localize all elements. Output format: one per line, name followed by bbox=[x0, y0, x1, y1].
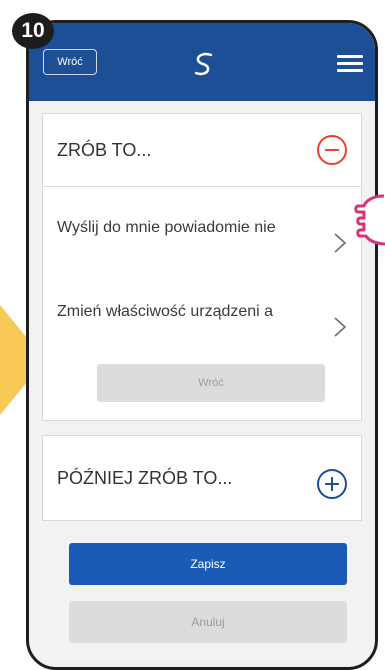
swirl-logo-icon bbox=[194, 52, 213, 76]
chevron-right-icon bbox=[334, 317, 347, 337]
option-change-device-property[interactable]: Zmień właściwość urządzeni a bbox=[57, 300, 347, 337]
phone-frame: Wróć ZRÓB TO... Wyślij do mnie powiadomi… bbox=[26, 20, 378, 670]
header-back-button[interactable]: Wróć bbox=[43, 49, 97, 75]
chevron-right-icon bbox=[334, 233, 347, 253]
later-do-this-title: PÓŹNIEJ ZRÓB TO... bbox=[57, 468, 233, 488]
hamburger-menu-icon[interactable] bbox=[337, 55, 363, 73]
option-send-notification[interactable]: Wyślij do mnie powiadomie nie bbox=[57, 216, 347, 253]
plus-circle-icon bbox=[325, 477, 339, 491]
app-header: Wróć bbox=[29, 23, 375, 101]
save-button[interactable]: Zapisz bbox=[69, 543, 347, 585]
do-this-section: ZRÓB TO... Wyślij do mnie powiadomie nie… bbox=[42, 113, 362, 421]
expand-button[interactable] bbox=[317, 469, 347, 499]
option-label: Wyślij do mnie powiadomie nie bbox=[57, 219, 276, 236]
do-this-header: ZRÓB TO... bbox=[43, 114, 361, 187]
do-this-title: ZRÓB TO... bbox=[57, 140, 152, 160]
step-number-badge: 10 bbox=[12, 13, 54, 49]
pointing-hand-icon bbox=[354, 194, 385, 246]
later-do-this-section: PÓŹNIEJ ZRÓB TO... bbox=[42, 435, 362, 521]
collapse-button[interactable] bbox=[317, 135, 347, 165]
section-back-button[interactable]: Wróć bbox=[97, 364, 325, 402]
cancel-button[interactable]: Anuluj bbox=[69, 601, 347, 643]
minus-circle-icon bbox=[325, 149, 339, 151]
option-label: Zmień właściwość urządzeni a bbox=[57, 303, 274, 320]
